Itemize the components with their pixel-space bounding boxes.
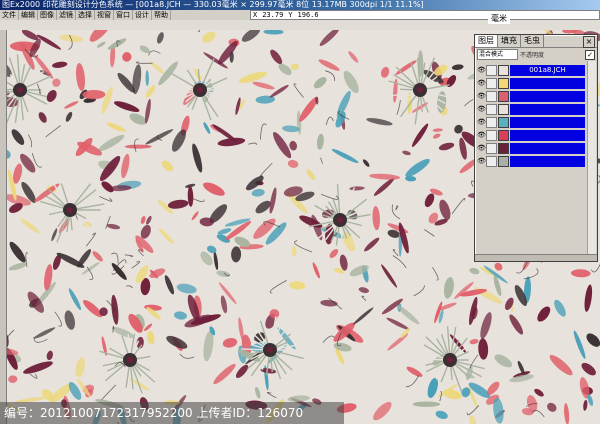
lock-icon[interactable] [486, 130, 497, 141]
menu-item[interactable]: 视窗 [95, 10, 114, 20]
opacity-label: 不透明度 [520, 51, 545, 59]
tab-caterpillar[interactable]: 毛虫 [521, 35, 544, 47]
menu-item[interactable]: 文件 [0, 10, 19, 20]
lock-icon[interactable] [486, 104, 497, 115]
menu-item[interactable]: 图像 [38, 10, 57, 20]
panel-tabs: 图层 填充 毛虫 × [475, 35, 597, 48]
eye-icon[interactable]: 👁 [477, 79, 486, 88]
layer-row[interactable]: 👁 [477, 143, 585, 154]
layer-name [510, 78, 585, 89]
y-label: Y [288, 11, 293, 19]
coordinate-readout: X 23.79 Y 196.6 [250, 10, 600, 20]
vertical-scrollbar[interactable] [0, 30, 7, 424]
layer-name [510, 143, 585, 154]
layer-name [510, 104, 585, 115]
layer-color-swatch [498, 78, 509, 89]
lock-icon[interactable] [486, 143, 497, 154]
layer-color-swatch [498, 104, 509, 115]
eye-icon[interactable]: 👁 [477, 105, 486, 114]
layer-color-swatch [498, 143, 509, 154]
layer-color-swatch [498, 117, 509, 128]
layer-name: 001a8.JCH [510, 65, 585, 76]
layer-color-swatch [498, 65, 509, 76]
lock-icon[interactable] [486, 91, 497, 102]
menu-item[interactable]: 选择 [76, 10, 95, 20]
lock-icon[interactable] [486, 156, 497, 167]
lock-icon[interactable] [486, 65, 497, 76]
layer-color-swatch [498, 156, 509, 167]
watermark-text: 编号：20121007172317952200 上传者ID：126070 [0, 402, 344, 424]
lock-icon[interactable] [486, 78, 497, 89]
eye-icon[interactable]: 👁 [477, 118, 486, 127]
eye-icon[interactable]: 👁 [477, 92, 486, 101]
layer-color-swatch [498, 91, 509, 102]
layer-name [510, 156, 585, 167]
panel-scrollbar[interactable] [587, 61, 596, 257]
x-label: X [253, 11, 258, 19]
layer-name [510, 130, 585, 141]
menu-item[interactable]: 窗口 [114, 10, 133, 20]
layer-row[interactable]: 👁 [477, 91, 585, 102]
y-value: 196.6 [297, 11, 319, 19]
layer-row[interactable]: 👁 001a8.JCH [477, 65, 585, 76]
title-bar: 图Ex2000 印花雕刻设计分色系统 — [001a8.JCH — 330.03… [0, 0, 600, 10]
checkbox-icon[interactable]: ✓ [585, 50, 595, 60]
layer-name [510, 117, 585, 128]
layer-color-swatch [498, 130, 509, 141]
layer-row[interactable]: 👁 [477, 156, 585, 167]
layer-name [510, 91, 585, 102]
tab-layers[interactable]: 图层 [475, 35, 498, 47]
panel-footer [475, 254, 597, 261]
eye-icon[interactable]: 👁 [477, 144, 486, 153]
layer-row[interactable]: 👁 [477, 117, 585, 128]
layer-list: 👁 001a8.JCH 👁 👁 👁 👁 👁 👁 👁 [477, 65, 585, 169]
x-value: 23.79 [262, 11, 284, 19]
blend-mode-select[interactable]: 混合模式 [477, 48, 518, 60]
blend-row: 混合模式 不透明度 [475, 48, 597, 60]
layer-row[interactable]: 👁 [477, 78, 585, 89]
unit-label: 毫米 [488, 13, 510, 24]
window-title: 图Ex2000 印花雕刻设计分色系统 — [001a8.JCH — 330.03… [2, 0, 424, 9]
menu-item[interactable]: 滤镜 [57, 10, 76, 20]
menu-item[interactable]: 帮助 [152, 10, 171, 20]
eye-icon[interactable]: 👁 [477, 66, 486, 75]
layers-panel: 图层 填充 毛虫 × 混合模式 不透明度 ✓ 👁 001a8.JCH 👁 👁 👁 👁 👁 👁 👁 [474, 34, 598, 262]
menu-item[interactable]: 编辑 [19, 10, 38, 20]
eye-icon[interactable]: 👁 [477, 157, 486, 166]
layer-row[interactable]: 👁 [477, 130, 585, 141]
eye-icon[interactable]: 👁 [477, 131, 486, 140]
menu-item[interactable]: 设计 [133, 10, 152, 20]
close-icon[interactable]: × [583, 36, 595, 48]
layer-row[interactable]: 👁 [477, 104, 585, 115]
tab-fill[interactable]: 填充 [498, 35, 521, 47]
lock-icon[interactable] [486, 117, 497, 128]
